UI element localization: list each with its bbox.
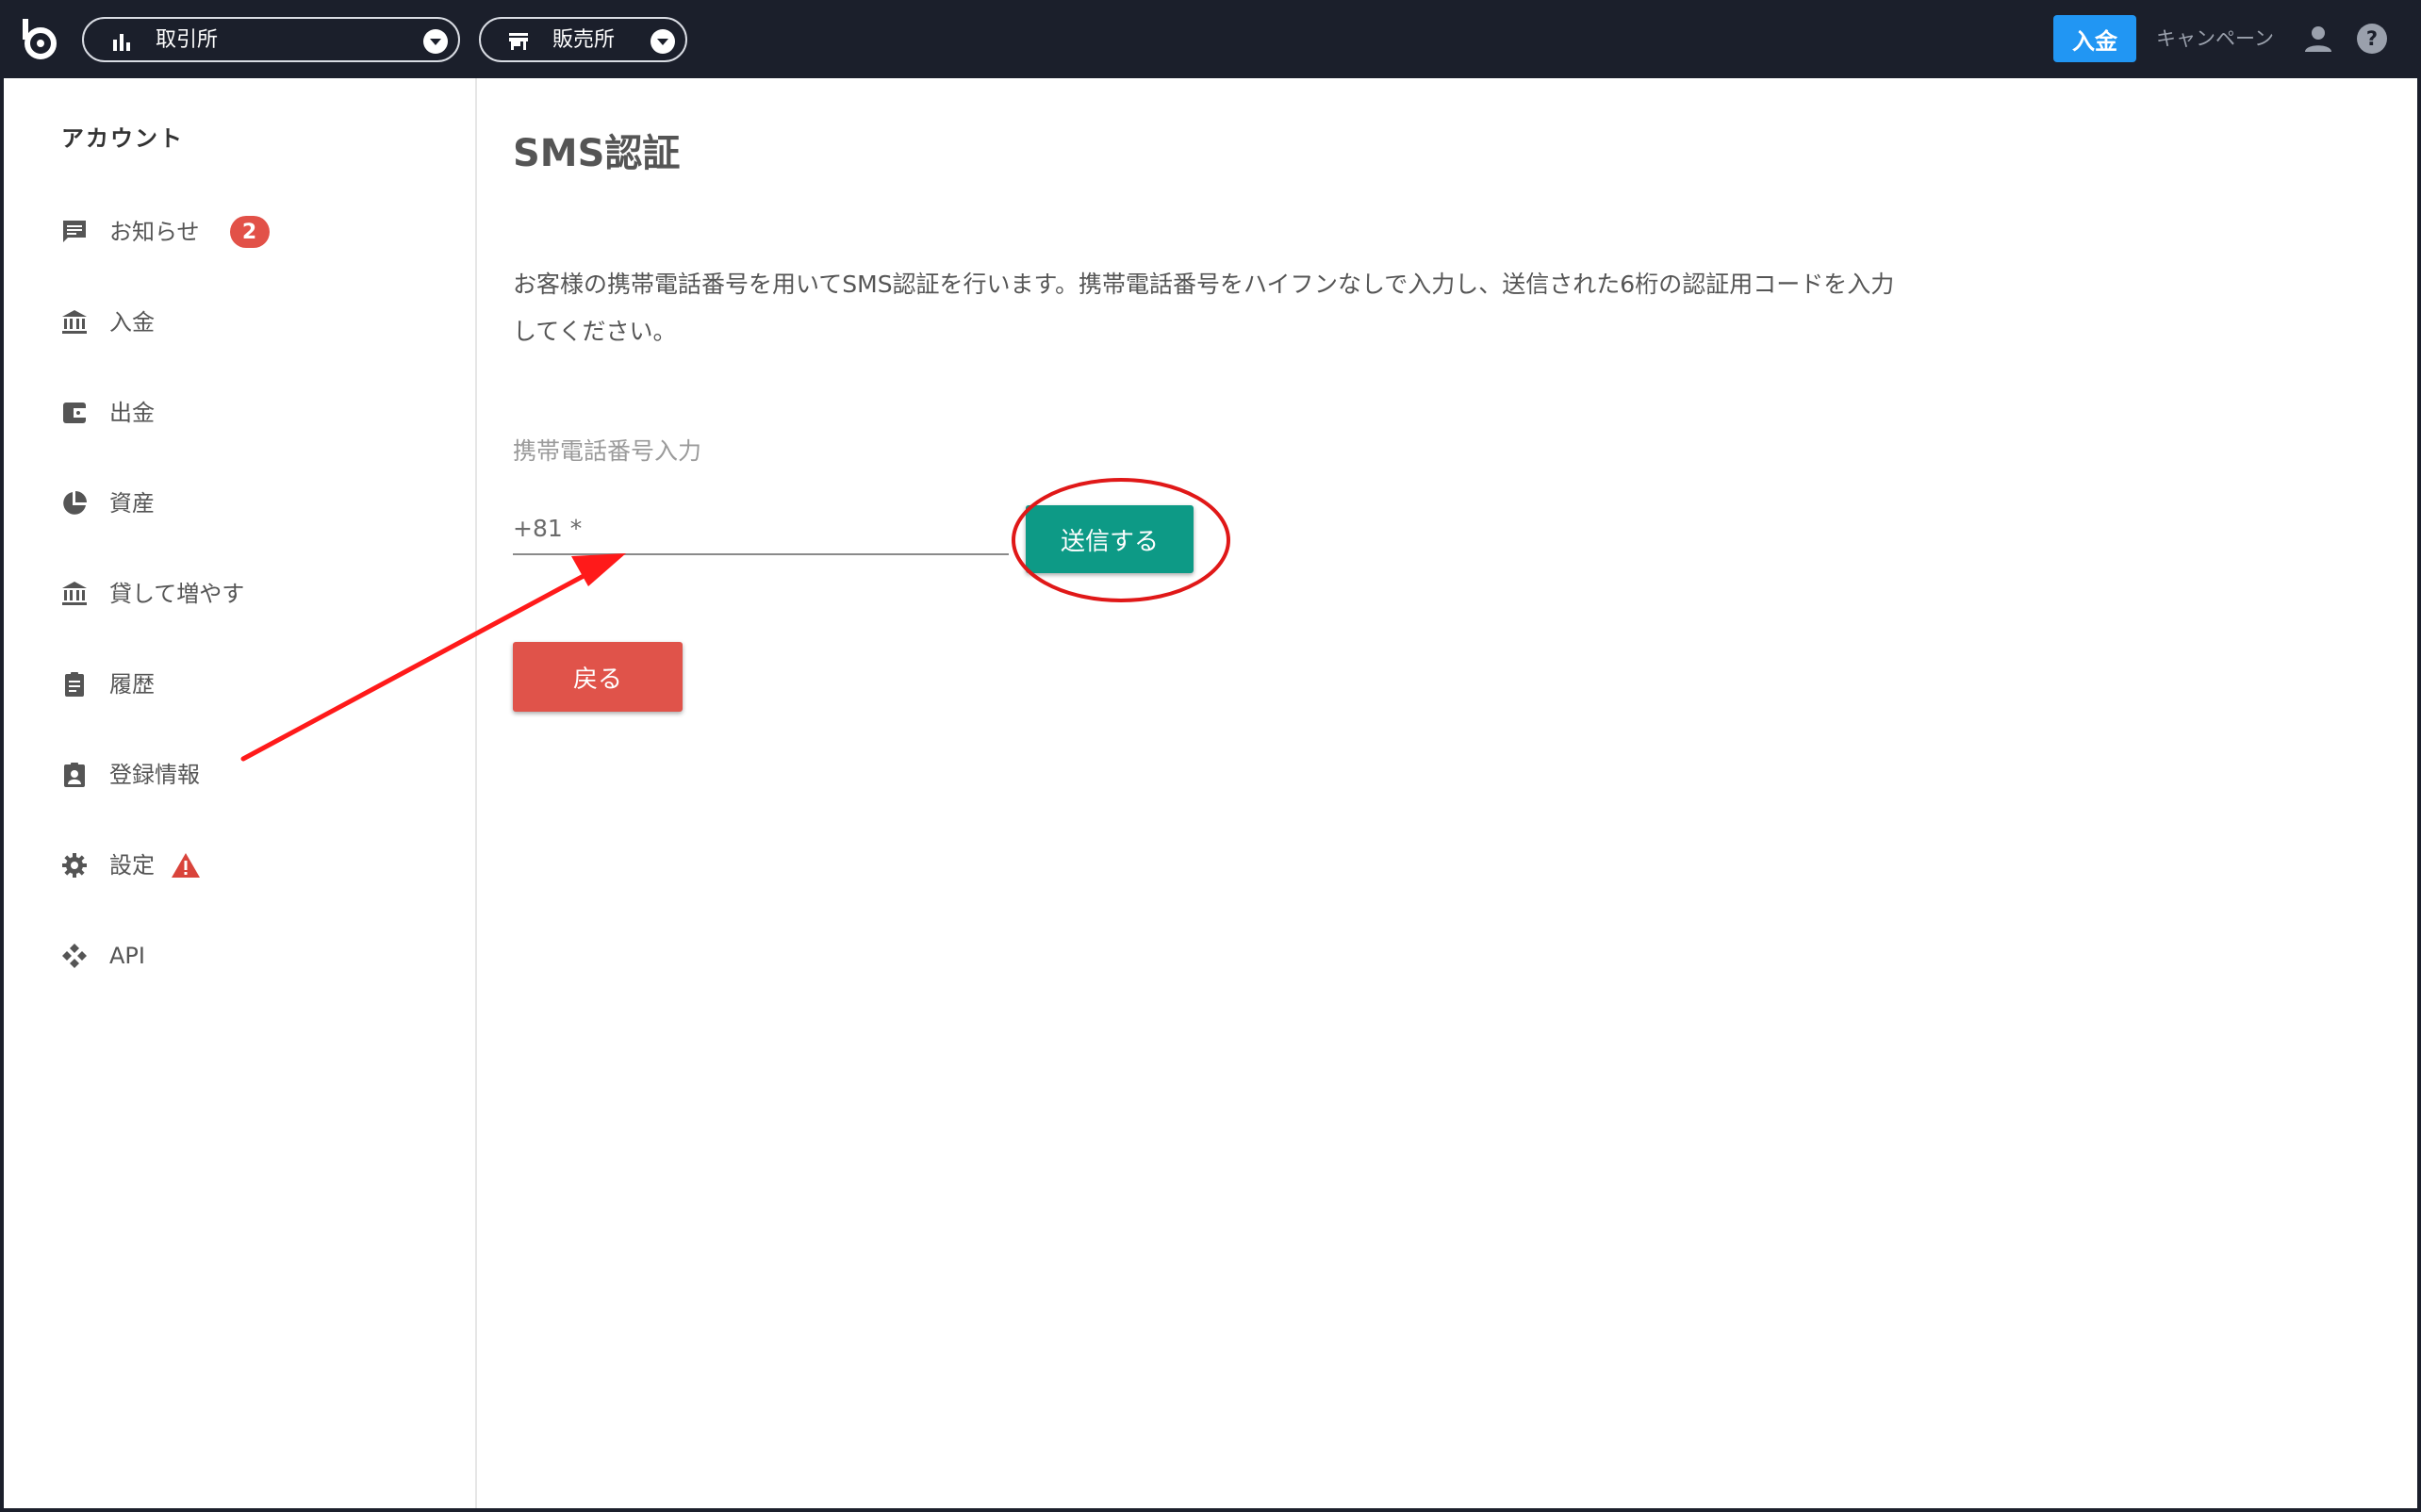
- phone-number-input[interactable]: [513, 502, 1009, 555]
- sidebar-item-label: 履歴: [109, 671, 155, 698]
- shop-dropdown[interactable]: 販売所: [479, 17, 687, 62]
- wallet-icon: [63, 403, 86, 423]
- notification-count-badge: 2: [229, 216, 270, 248]
- clipboard-icon: [65, 672, 84, 697]
- top-navigation-bar: 取引所 販売所 入金 キャンペーン ?: [0, 0, 2421, 78]
- gear-icon: [62, 853, 87, 878]
- help-icon[interactable]: ?: [2356, 23, 2388, 55]
- shop-label: 販売所: [552, 28, 616, 52]
- sidebar-item-label: 入金: [109, 309, 155, 336]
- warning-icon: [172, 853, 200, 878]
- sidebar-item-label: API: [109, 943, 145, 969]
- sidebar-item-withdraw[interactable]: 出金: [60, 391, 155, 435]
- sidebar-item-notifications[interactable]: お知らせ 2: [60, 210, 270, 254]
- instructions-text: お客様の携帯電話番号を用いてSMS認証を行います。携帯電話番号をハイフンなしで入…: [513, 271, 1895, 345]
- sidebar-item-api[interactable]: API: [60, 934, 145, 978]
- sidebar-item-label: 資産: [109, 490, 155, 517]
- bank-icon: [62, 582, 87, 605]
- sidebar-item-label: 登録情報: [109, 762, 200, 788]
- deposit-button[interactable]: 入金: [2053, 15, 2136, 62]
- bank-icon: [62, 310, 87, 334]
- sidebar-item-history[interactable]: 履歴: [60, 663, 155, 706]
- back-button[interactable]: 戻る: [513, 642, 683, 712]
- send-button[interactable]: 送信する: [1026, 505, 1194, 573]
- app-frame: アカウント お知らせ 2 入金 出金 資産 貸して増やす 履歴 登録情報 設定 …: [4, 78, 2417, 1508]
- chevron-down-icon: [423, 29, 448, 54]
- chevron-down-icon: [651, 29, 675, 54]
- svg-text:?: ?: [2366, 27, 2378, 50]
- exchange-dropdown[interactable]: 取引所: [82, 17, 460, 62]
- sidebar-item-deposit[interactable]: 入金: [60, 301, 155, 344]
- sidebar-item-label: 貸して増やす: [109, 581, 245, 607]
- phone-field-label: 携帯電話番号入力: [513, 437, 702, 465]
- sidebar-item-label: 設定: [109, 852, 155, 879]
- account-box-icon: [64, 763, 85, 787]
- sidebar-item-label: お知らせ: [109, 219, 200, 245]
- api-icon: [62, 944, 87, 968]
- sidebar-heading: アカウント: [61, 125, 184, 152]
- message-icon: [63, 221, 86, 242]
- sidebar-item-assets[interactable]: 資産: [60, 482, 155, 525]
- sidebar-item-label: 出金: [109, 400, 155, 426]
- pie-chart-icon: [63, 491, 87, 515]
- store-icon: [509, 33, 528, 50]
- bar-chart-icon: [113, 34, 130, 51]
- campaign-link[interactable]: キャンペーン: [2156, 25, 2274, 53]
- exchange-label: 取引所: [156, 28, 219, 52]
- account-sidebar: アカウント お知らせ 2 入金 出金 資産 貸して増やす 履歴 登録情報 設定 …: [4, 78, 477, 1508]
- sidebar-item-lending[interactable]: 貸して増やす: [60, 572, 244, 616]
- bitbank-logo-icon[interactable]: [17, 17, 62, 62]
- page-title: SMS認証: [513, 132, 681, 175]
- sidebar-item-settings[interactable]: 設定: [60, 844, 202, 887]
- sidebar-item-registration-info[interactable]: 登録情報: [60, 753, 200, 797]
- user-icon[interactable]: [2302, 23, 2334, 55]
